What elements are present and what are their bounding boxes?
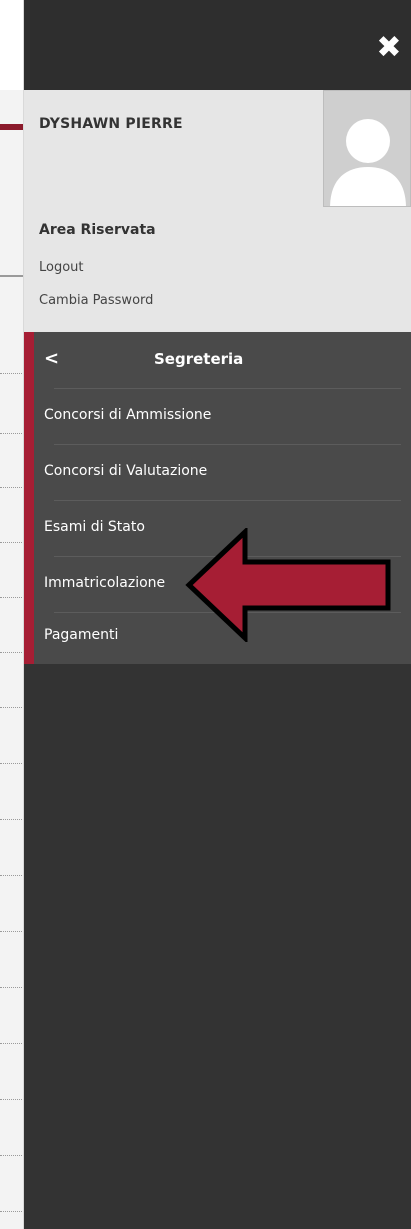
background-row-line xyxy=(0,707,23,708)
background-row-line xyxy=(0,987,23,988)
background-row-line xyxy=(0,373,23,374)
background-row-line xyxy=(0,433,23,434)
background-row-line xyxy=(0,542,23,543)
background-page xyxy=(0,0,24,1229)
user-panel: DYSHAWN PIERRE Area Riservata Logout Cam… xyxy=(24,90,411,332)
background-row-line xyxy=(0,931,23,932)
menu-header: < Segreteria xyxy=(34,332,411,388)
left-arrow-annotation xyxy=(185,528,391,642)
menu-item-label: Immatricolazione xyxy=(44,575,166,591)
menu-accent-bar xyxy=(24,332,34,664)
background-row-line xyxy=(0,487,23,488)
menu-item-label: Esami di Stato xyxy=(44,519,145,535)
menu-item-concorsi-valutazione[interactable]: Concorsi di Valutazione xyxy=(34,444,411,500)
background-page-header xyxy=(0,0,23,90)
reserved-area-title: Area Riservata xyxy=(39,222,156,238)
background-accent-line xyxy=(0,124,23,130)
background-row-line xyxy=(0,763,23,764)
background-row-line xyxy=(0,652,23,653)
background-row-line xyxy=(0,1099,23,1100)
menu-item-label: Concorsi di Valutazione xyxy=(44,463,208,479)
chevron-left-icon[interactable]: < xyxy=(44,344,68,374)
menu-item-label: Concorsi di Ammissione xyxy=(44,407,212,423)
background-row-line xyxy=(0,875,23,876)
drawer-header: ✖ xyxy=(24,0,411,90)
user-avatar-icon xyxy=(323,90,411,207)
menu-title: Segreteria xyxy=(154,350,244,368)
menu-item-label: Pagamenti xyxy=(44,627,119,643)
close-icon[interactable]: ✖ xyxy=(375,33,403,63)
background-row-line xyxy=(0,1043,23,1044)
background-row-line xyxy=(0,597,23,598)
background-row-line xyxy=(0,1211,23,1212)
background-row-line xyxy=(0,819,23,820)
user-name: DYSHAWN PIERRE xyxy=(39,116,183,132)
change-password-link[interactable]: Cambia Password xyxy=(39,293,153,308)
background-row-line xyxy=(0,1155,23,1156)
menu-item-concorsi-ammissione[interactable]: Concorsi di Ammissione xyxy=(34,388,411,444)
background-divider xyxy=(0,275,23,277)
logout-link[interactable]: Logout xyxy=(39,260,84,275)
